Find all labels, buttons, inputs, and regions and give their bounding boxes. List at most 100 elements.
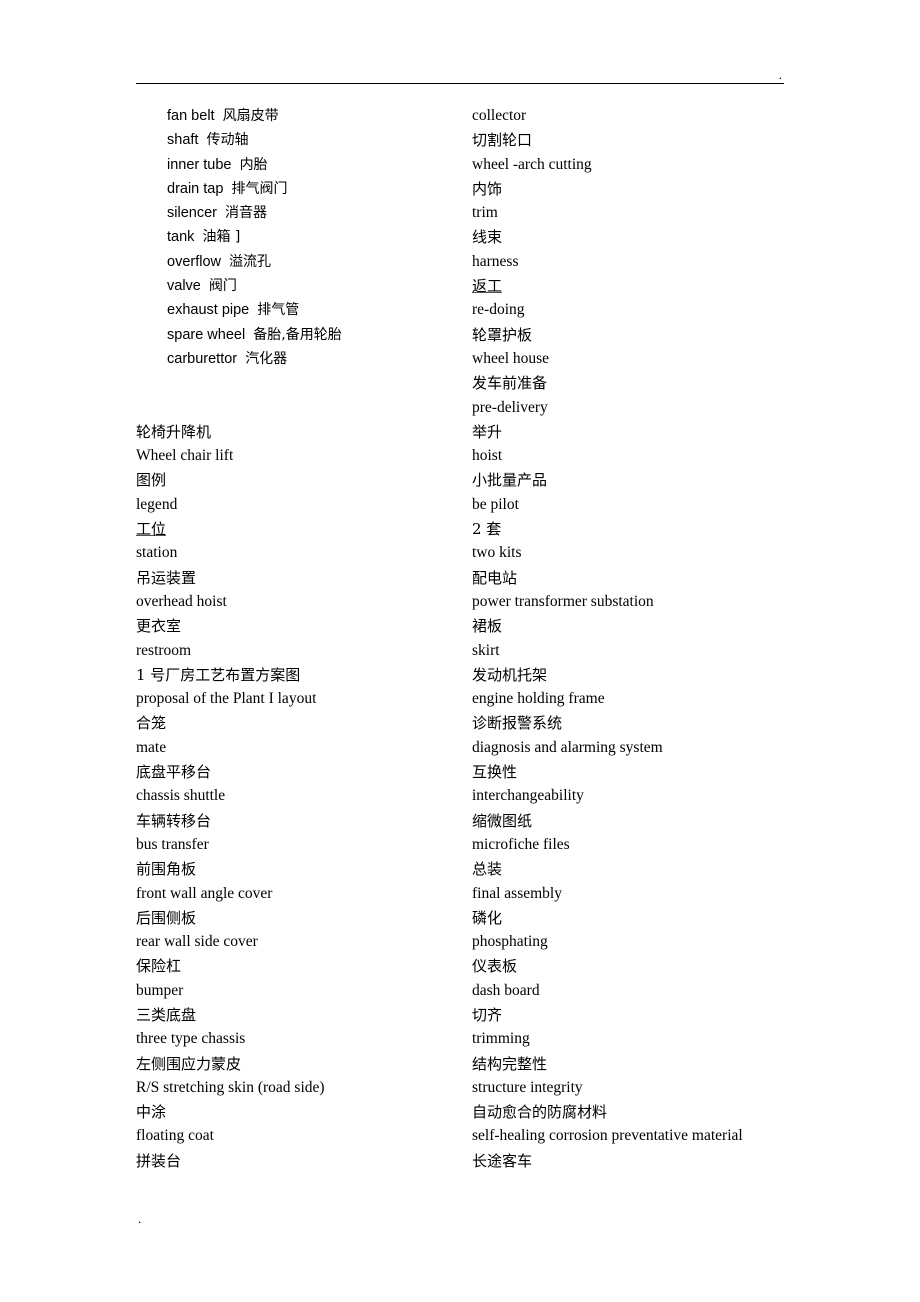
glossary-term-english: rear wall side cover: [136, 933, 258, 951]
right-column: collector 切割轮口 wheel -arch cutting 内饰 trim 线束…: [472, 104, 802, 1173]
glossary-term-chinese: 小批量产品: [472, 471, 548, 490]
glossary-term-chinese: 轮罩护板: [472, 325, 533, 344]
glossary-term-chinese: 图例: [136, 471, 167, 490]
glossary-term-chinese: 长途客车: [472, 1151, 533, 1170]
term-english: inner tube: [167, 156, 232, 173]
glossary-term-english: pre-delivery: [472, 398, 548, 416]
glossary-term-english: phosphating: [472, 933, 548, 951]
document-page: . fan belt 风扇皮带 shaft 传动轴 inner tube 内胎 dra…: [0, 0, 920, 1302]
glossary-pair-line: inner tube 内胎: [167, 153, 466, 177]
glossary-term-chinese: 发动机托架: [472, 665, 548, 684]
term-chinese: 传动轴: [206, 132, 249, 149]
glossary-term-chinese: 轮椅升降机: [136, 422, 212, 441]
term-chinese: 排气管: [257, 302, 300, 319]
term-chinese: 消音器: [225, 205, 268, 222]
glossary-pair-line: valve 阀门: [167, 274, 466, 298]
glossary-term-chinese: 后围侧板: [136, 908, 197, 927]
term-chinese: 溢流孔: [229, 253, 272, 270]
glossary-term-english: be pilot: [472, 495, 519, 513]
glossary-term-english: skirt: [472, 641, 500, 659]
glossary-term-english: self-healing corrosion preventative mate…: [472, 1127, 743, 1145]
term-chinese: 风扇皮带: [222, 108, 279, 124]
term-english: exhaust pipe: [167, 302, 250, 319]
glossary-term-english: two kits: [472, 544, 522, 562]
glossary-term-english: bumper: [136, 981, 184, 999]
glossary-term-chinese: 互换性: [472, 763, 518, 782]
glossary-pair-line: drain tap 排气阀门: [167, 177, 466, 201]
term-chinese: 油箱 ]: [202, 229, 241, 246]
glossary-term-chinese: 保险杠: [136, 957, 182, 976]
glossary-term-english: trimming: [472, 1030, 530, 1048]
left-column: fan belt 风扇皮带 shaft 传动轴 inner tube 内胎 drain…: [136, 104, 466, 1173]
glossary-term-english: engine holding frame: [472, 690, 605, 708]
right-glossary-entries: collector 切割轮口 wheel -arch cutting 内饰 trim 线束…: [472, 104, 802, 1173]
glossary-term-english: wheel -arch cutting: [472, 155, 592, 173]
glossary-term-chinese: 更衣室: [136, 617, 182, 636]
glossary-pair-line: carburettor 汽化器: [167, 347, 466, 371]
glossary-term-english: structure integrity: [472, 1078, 583, 1096]
glossary-term-chinese: 自动愈合的防腐材料: [472, 1103, 608, 1122]
glossary-term-english: dash board: [472, 981, 540, 999]
glossary-term-english: front wall angle cover: [136, 884, 273, 902]
footer-mark: .: [138, 1211, 142, 1226]
glossary-term-english: Wheel chair lift: [136, 447, 234, 465]
glossary-term-chinese: 诊断报警系统: [472, 714, 563, 733]
glossary-term-english: re-doing: [472, 301, 525, 319]
term-english: fan belt: [167, 108, 215, 124]
glossary-term-chinese: 底盘平移台: [136, 763, 212, 782]
glossary-term-chinese: 车辆转移台: [136, 811, 212, 830]
glossary-term-english: diagnosis and alarming system: [472, 738, 663, 756]
glossary-term-chinese: 前围角板: [136, 860, 197, 879]
glossary-pair-line: tank 油箱 ]: [167, 225, 466, 249]
glossary-pair-line: fan belt 风扇皮带: [167, 104, 466, 128]
glossary-term-chinese: 切齐: [472, 1005, 503, 1024]
glossary-term-english: wheel house: [472, 349, 550, 367]
term-chinese: 备胎,备用轮胎: [253, 326, 342, 343]
term-english: valve: [167, 278, 201, 295]
glossary-term-english: interchangeability: [472, 787, 584, 805]
glossary-term-chinese: 裙板: [472, 617, 503, 636]
glossary-term-english: microfiche files: [472, 835, 570, 853]
glossary-term-chinese: 内饰: [472, 179, 503, 198]
glossary-term-english: legend: [136, 495, 178, 513]
glossary-term-english: floating coat: [136, 1127, 214, 1145]
glossary-term-chinese: 结构完整性: [472, 1054, 548, 1073]
header-horizontal-rule: [136, 83, 784, 84]
term-english: spare wheel: [167, 326, 246, 343]
glossary-pair-line: overflow 溢流孔: [167, 250, 466, 274]
term-chinese: 内胎: [239, 156, 268, 173]
glossary-term-english: harness: [472, 252, 519, 270]
glossary-pair-line: spare wheel 备胎,备用轮胎: [167, 323, 466, 347]
term-english: carburettor: [167, 350, 238, 367]
glossary-term-english: trim: [472, 204, 498, 222]
glossary-term-chinese: 磷化: [472, 908, 503, 927]
glossary-term-english: station: [136, 544, 178, 562]
term-english: silencer: [167, 205, 217, 222]
glossary-pair-line: shaft 传动轴: [167, 128, 466, 152]
glossary-term-chinese: 缩微图纸: [472, 811, 533, 830]
term-english: shaft: [167, 132, 199, 149]
glossary-term-chinese: 2 套: [472, 520, 502, 539]
term-chinese: 阀门: [208, 278, 237, 295]
term-english: overflow: [167, 253, 221, 270]
glossary-term-english: final assembly: [472, 884, 562, 902]
left-intro-glossary-block: fan belt 风扇皮带 shaft 传动轴 inner tube 内胎 drain…: [167, 104, 466, 371]
glossary-term-english: overhead hoist: [136, 592, 227, 610]
glossary-term-chinese: 配电站: [472, 568, 518, 587]
glossary-term-english: hoist: [472, 447, 503, 465]
glossary-pair-line: exhaust pipe 排气管: [167, 298, 466, 322]
glossary-term-chinese: 合笼: [136, 714, 167, 733]
glossary-term-chinese: 中涂: [136, 1103, 167, 1122]
term-english: tank: [167, 229, 195, 246]
header-rule-container: .: [136, 68, 784, 90]
glossary-term-chinese: 切割轮口: [472, 131, 533, 150]
glossary-term-chinese: 发车前准备: [472, 374, 548, 393]
term-chinese: 汽化器: [245, 350, 288, 367]
glossary-term-english: restroom: [136, 641, 192, 659]
glossary-term-chinese: 返工: [472, 277, 503, 296]
glossary-term-chinese: 线束: [472, 228, 503, 247]
glossary-term-chinese: 三类底盘: [136, 1005, 197, 1024]
glossary-term-english: bus transfer: [136, 835, 209, 853]
glossary-term-english: power transformer substation: [472, 592, 654, 610]
